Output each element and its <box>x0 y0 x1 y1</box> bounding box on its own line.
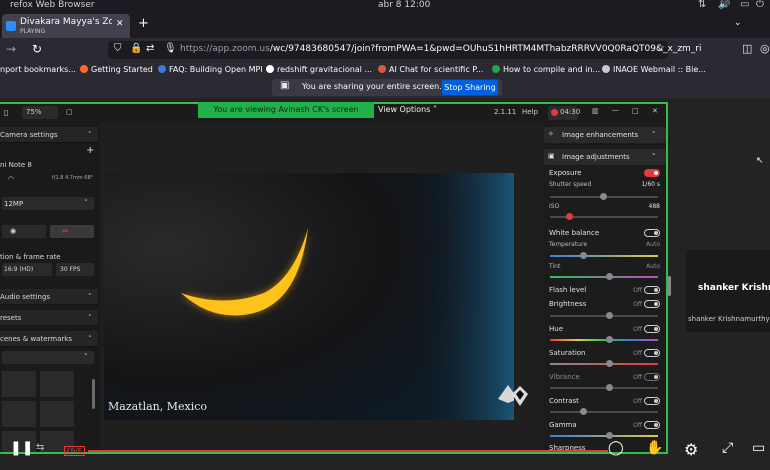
participant-scrollbar[interactable] <box>668 276 671 296</box>
pause-icon[interactable]: ❚❚ <box>10 440 33 456</box>
chevron-down-icon: ˅ <box>432 105 437 114</box>
navigation-bar: → ↻ ⛉ 🔒 ⇄ 🎙 https://app.zoom.us/wc/97483… <box>0 38 770 62</box>
tab-close-icon[interactable]: ✕ <box>116 19 124 29</box>
reload-icon[interactable]: ↻ <box>32 42 42 56</box>
reactions-icon[interactable]: ✋ <box>646 440 663 456</box>
lock-icon[interactable]: 🔒 <box>130 43 142 54</box>
permissions-icon[interactable]: ⇄ <box>146 43 154 54</box>
bookmark-label: redshift gravitacional ... <box>277 65 373 74</box>
bookmark-star-icon[interactable]: ☆ <box>656 43 665 54</box>
shared-screen-border <box>0 102 668 454</box>
bookmark-item[interactable]: Getting Started <box>80 65 153 74</box>
network-icon[interactable]: ⇅ <box>698 0 706 10</box>
bookmark-label: Getting Started <box>91 65 153 74</box>
stop-sharing-button[interactable]: Stop Sharing <box>442 80 498 95</box>
sharing-text: You are sharing your entire screen. <box>302 82 442 91</box>
bookmark-label: How to compile and in... <box>503 65 601 74</box>
url-domain: https://app.zoom.us <box>180 44 270 54</box>
chat-icon[interactable]: ◯ <box>608 440 624 456</box>
screen-share-icon: ▣ <box>280 80 290 91</box>
sharing-notification: ▣ You are sharing your entire screen. St… <box>272 79 502 96</box>
screen-sharing-bar: ▣ You are sharing your entire screen. St… <box>0 78 770 98</box>
bookmark-item[interactable]: FAQ: Building Open MPI <box>158 65 263 74</box>
bookmark-item[interactable]: redshift gravitacional ... <box>266 65 372 74</box>
bookmark-item[interactable]: INAOE Webmail :: Bie... <box>602 65 706 74</box>
power-icon[interactable]: ⏻ <box>756 0 764 10</box>
participant-name-large: shanker Krishna <box>698 283 770 293</box>
bookmark-item[interactable]: nport bookmarks... <box>0 65 76 74</box>
clock: abr 8 12:00 <box>378 0 431 10</box>
mouse-cursor-icon: ↖ <box>756 156 764 166</box>
bookmark-item[interactable]: How to compile and in... <box>492 65 600 74</box>
url-bar[interactable]: ⛉ 🔒 ⇄ 🎙 https://app.zoom.us/wc/974836805… <box>108 41 702 59</box>
bookmark-label: nport bookmarks... <box>0 65 76 74</box>
tab-zoom-meeting[interactable]: Divakara Mayya's Zoom M PLAYING ✕ <box>2 14 130 38</box>
site-icon <box>378 65 386 73</box>
url-text[interactable]: https://app.zoom.us/wc/97483680547/join?… <box>180 44 702 54</box>
google-icon <box>266 65 274 73</box>
browser-name: refox Web Browser <box>10 0 95 10</box>
pocket-icon[interactable]: ◫ <box>742 42 752 55</box>
view-options-button[interactable]: View Options ˅ <box>378 102 437 118</box>
view-options-label: View Options <box>378 105 431 114</box>
bookmark-item[interactable]: AI Chat for scientific P... <box>378 65 483 74</box>
site-icon <box>492 65 500 73</box>
bookmarks-toolbar: nport bookmarks... Getting Started FAQ: … <box>0 62 770 78</box>
settings-gear-icon[interactable]: ⚙ <box>684 440 698 459</box>
account-icon[interactable]: ◎ <box>760 42 770 55</box>
new-tab-button[interactable]: + <box>138 16 149 31</box>
viewing-banner: You are viewing Avinash CK's screen <box>198 102 374 118</box>
tab-bar: Divakara Mayya's Zoom M PLAYING ✕ + ⌄ <box>0 12 770 38</box>
mail-icon <box>602 65 610 73</box>
volume-icon[interactable]: 🔊 <box>718 0 730 10</box>
live-badge: LIVE <box>64 446 86 456</box>
list-tabs-icon[interactable]: ⌄ <box>734 18 742 28</box>
playback-progress-bar[interactable] <box>88 450 608 452</box>
bookmark-label: AI Chat for scientific P... <box>389 65 484 74</box>
shield-icon[interactable]: ⛉ <box>114 43 122 54</box>
forward-icon[interactable]: → <box>6 42 16 56</box>
firefox-icon <box>80 65 88 73</box>
tab-title: Divakara Mayya's Zoom M <box>20 17 112 27</box>
zoom-favicon-icon <box>6 21 16 31</box>
more-icon[interactable]: ▭ <box>752 440 765 456</box>
tab-playing-label: PLAYING <box>20 28 46 35</box>
participant-name: shanker Krishnamurthy <box>688 315 770 323</box>
site-icon <box>158 65 166 73</box>
bookmark-label: FAQ: Building Open MPI <box>169 65 263 74</box>
mic-muted-icon[interactable]: 🎙 <box>164 43 177 54</box>
bookmark-label: INAOE Webmail :: Bie... <box>613 65 706 74</box>
url-path: /wc/97483680547/join?fromPWA=1&pwd=OUhuS… <box>269 44 702 54</box>
replay-icon[interactable]: ⇆ <box>36 442 44 453</box>
fullscreen-icon[interactable]: ⤢ <box>722 440 733 456</box>
battery-icon[interactable]: ▭ <box>740 0 749 10</box>
